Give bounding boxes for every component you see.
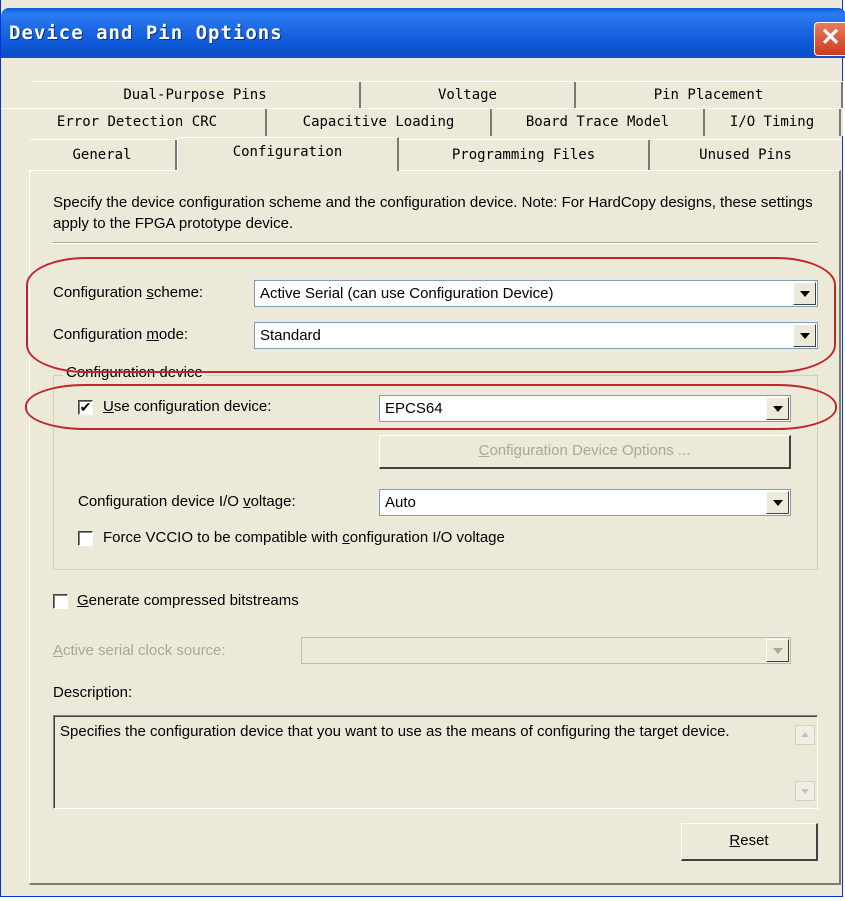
io-voltage-value: Auto	[385, 494, 416, 511]
generate-compressed-bitstreams-checkbox[interactable]	[53, 594, 68, 609]
force-vccio-label[interactable]: Force VCCIO to be compatible with config…	[103, 529, 505, 546]
active-serial-clock-source-label: Active serial clock source:	[53, 642, 226, 659]
reset-button[interactable]: Reset	[681, 823, 818, 861]
configuration-scheme-select[interactable]: Active Serial (can use Configuration Dev…	[254, 280, 818, 307]
checkmark-icon: ✔	[79, 399, 92, 415]
close-icon: ✕	[820, 24, 841, 51]
chevron-down-icon[interactable]	[766, 639, 789, 662]
configuration-mode-select[interactable]: Standard	[254, 322, 818, 349]
tab-pin-placement[interactable]: Pin Placement	[576, 82, 843, 109]
window-title: Device and Pin Options	[9, 22, 283, 44]
tab-dual-purpose-pins[interactable]: Dual-Purpose Pins	[31, 82, 361, 109]
tab-row-2: Error Detection CRC Capacitive Loading B…	[1, 108, 843, 136]
chevron-down-icon[interactable]	[793, 324, 816, 347]
chevron-down-icon[interactable]	[793, 282, 816, 305]
tab-programming-files[interactable]: Programming Files	[399, 140, 650, 171]
intro-divider	[53, 242, 818, 244]
force-vccio-checkbox[interactable]	[78, 531, 93, 546]
configuration-device-value: EPCS64	[385, 400, 443, 417]
tab-unused-pins[interactable]: Unused Pins	[650, 140, 841, 171]
device-pin-options-dialog: Device and Pin Options ✕ Dual-Purpose Pi…	[0, 0, 845, 897]
close-button[interactable]: ✕	[814, 22, 845, 56]
configuration-mode-label: Configuration mode:	[53, 326, 189, 343]
io-voltage-label: Configuration device I/O voltage:	[78, 493, 296, 510]
tab-capacitive-loading[interactable]: Capacitive Loading	[267, 109, 492, 136]
tab-row-1: Dual-Purpose Pins Voltage Pin Placement	[31, 81, 843, 109]
configuration-device-options-button[interactable]: Configuration Device Options ...	[379, 435, 791, 469]
io-voltage-select[interactable]: Auto	[379, 489, 791, 516]
configuration-mode-value: Standard	[260, 327, 321, 344]
tab-board-trace-model[interactable]: Board Trace Model	[492, 109, 705, 136]
scroll-down-icon[interactable]	[795, 781, 815, 801]
tab-io-timing[interactable]: I/O Timing	[705, 109, 841, 136]
tab-error-detection-crc[interactable]: Error Detection CRC	[9, 109, 267, 136]
use-configuration-device-checkbox[interactable]: ✔	[78, 400, 93, 415]
active-serial-clock-source-select[interactable]	[301, 637, 791, 664]
description-label: Description:	[53, 684, 133, 701]
use-configuration-device-label[interactable]: Use configuration device:	[103, 398, 271, 415]
description-textbox[interactable]: Specifies the configuration device that …	[53, 715, 818, 809]
tab-voltage[interactable]: Voltage	[361, 82, 576, 109]
title-bar[interactable]: Device and Pin Options ✕	[1, 8, 845, 58]
description-text: Specifies the configuration device that …	[60, 723, 730, 740]
intro-text: Specify the device configuration scheme …	[53, 194, 813, 232]
tab-configuration[interactable]: Configuration	[177, 137, 399, 171]
tab-general[interactable]: General	[29, 140, 177, 171]
configuration-device-select[interactable]: EPCS64	[379, 395, 791, 422]
chevron-down-icon[interactable]	[766, 491, 789, 514]
chevron-down-icon[interactable]	[766, 397, 789, 420]
configuration-device-group-title: Configuration device	[63, 364, 206, 381]
configuration-scheme-value: Active Serial (can use Configuration Dev…	[260, 285, 554, 302]
tab-row-3: General Programming Files Unused Pins	[29, 139, 841, 171]
generate-compressed-bitstreams-label[interactable]: Generate compressed bitstreams	[77, 592, 299, 609]
configuration-scheme-label: Configuration scheme:	[53, 284, 204, 301]
scroll-up-icon[interactable]	[795, 725, 815, 745]
